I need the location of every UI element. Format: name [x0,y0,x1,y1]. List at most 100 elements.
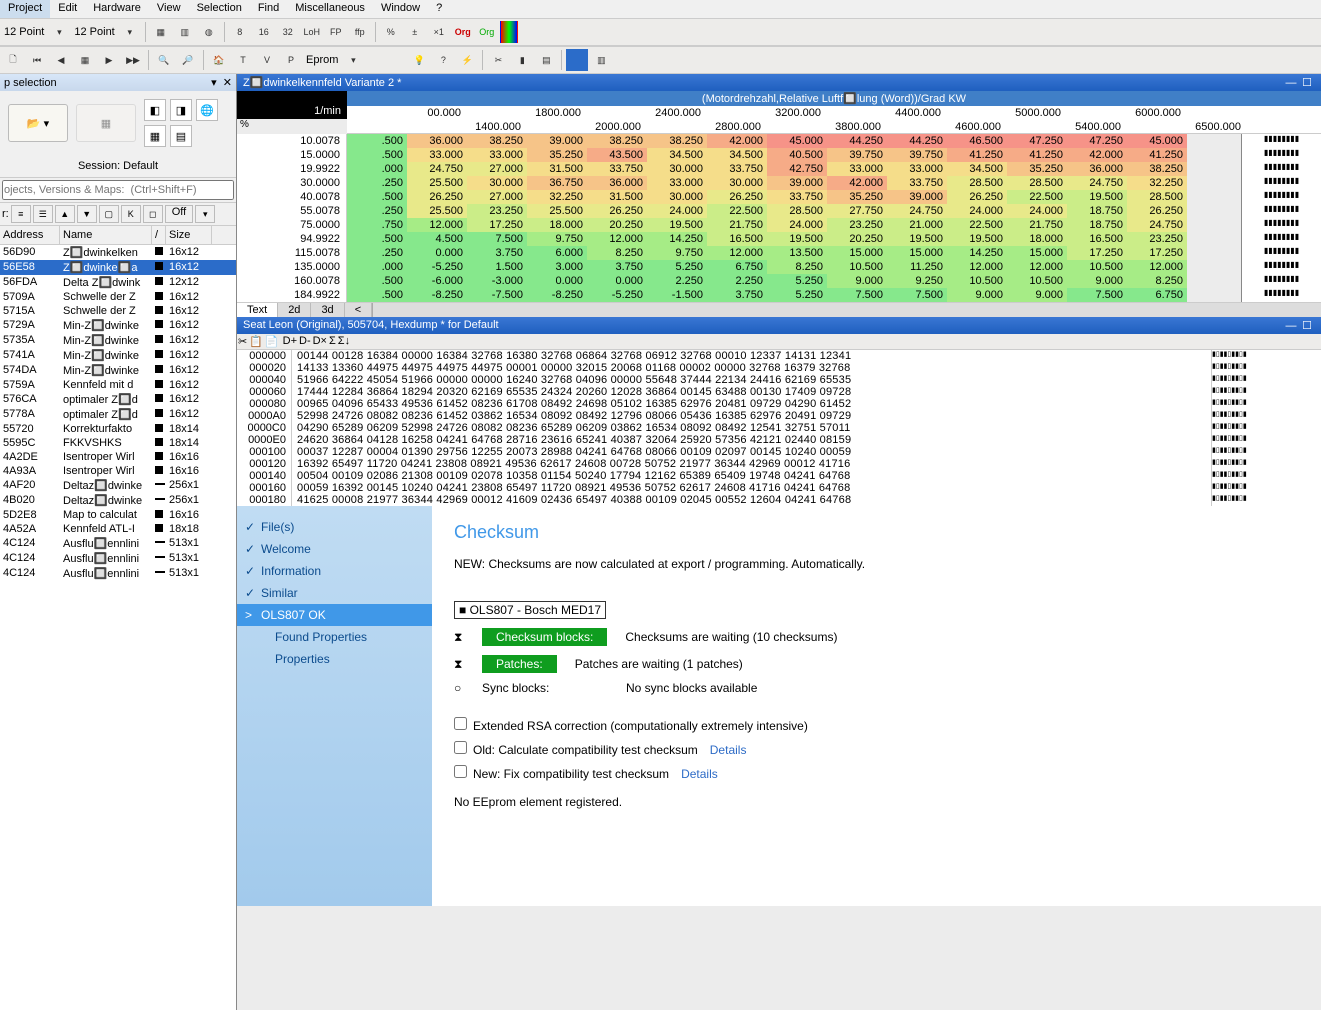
data-cell[interactable]: 24.750 [1067,176,1127,190]
fill-blue-icon[interactable] [566,49,588,71]
data-cell[interactable]: 45.000 [767,134,827,148]
filter-btn-2[interactable]: ☰ [33,205,53,223]
new-checkbox[interactable] [454,765,467,778]
data-cell[interactable]: 12.000 [1007,260,1067,274]
data-cell[interactable]: 23.250 [1127,232,1187,246]
data-cell[interactable]: 5.250 [767,274,827,288]
data-cell[interactable]: 9.250 [887,274,947,288]
col-size[interactable]: Size [166,226,212,244]
eprom-select[interactable]: Eprom [304,54,340,66]
list-item[interactable]: 5735AMin-Z🔲dwinke16x12 [0,333,236,348]
data-cell[interactable]: 14.250 [647,232,707,246]
data-cell[interactable]: 9.000 [1067,274,1127,288]
data-cell[interactable]: 7.500 [1067,288,1127,302]
loh-icon[interactable]: LoH [301,21,323,43]
data-cell[interactable]: 15.000 [827,246,887,260]
list-item[interactable]: 5759AKennfeld mit d16x12 [0,378,236,392]
menu-selection[interactable]: Selection [189,0,250,18]
hex-row[interactable]: 00006017444 12284 36864 18294 20320 6216… [237,386,1321,398]
data-cell[interactable]: 6.750 [707,260,767,274]
data-cell[interactable]: 9.750 [647,246,707,260]
chip-button[interactable]: ▦ [76,104,136,142]
data-cell[interactable]: .000 [347,162,407,176]
data-cell[interactable]: 30.000 [647,190,707,204]
maximize-icon[interactable]: ☐ [1299,319,1315,332]
hex-row[interactable]: 00004051966 64222 45054 51966 00000 0000… [237,374,1321,386]
data-cell[interactable]: 30.000 [707,176,767,190]
data-cell[interactable]: 32.250 [1127,176,1187,190]
data-cell[interactable]: 25.500 [407,204,467,218]
bolt-icon[interactable]: ⚡ [456,49,478,71]
data-cell[interactable]: 32.250 [527,190,587,204]
menu-hardware[interactable]: Hardware [85,0,149,18]
nav-item[interactable]: Information [237,560,432,582]
list-item[interactable]: 4C124Ausflu🔲ennlini513x1 [0,566,236,581]
data-cell[interactable]: .000 [347,260,407,274]
nav-item[interactable]: File(s) [237,516,432,538]
plusminus-icon[interactable]: ± [404,21,426,43]
data-cell[interactable]: 45.000 [1127,134,1187,148]
data-cell[interactable]: 17.250 [1067,246,1127,260]
data-cell[interactable]: .250 [347,176,407,190]
data-cell[interactable]: 10.500 [827,260,887,274]
list-item[interactable]: 56D90Z🔲dwinkelken16x12 [0,245,236,260]
list-item[interactable]: 4C124Ausflu🔲ennlini513x1 [0,551,236,566]
cut-icon[interactable]: ✂ [487,49,509,71]
search-icon[interactable]: 🔍 [153,49,175,71]
sigma-icon[interactable]: Σ [329,335,336,348]
list-item[interactable]: 574DAMin-Z🔲dwinke16x12 [0,363,236,378]
data-cell[interactable]: 31.500 [527,162,587,176]
menu-view[interactable]: View [149,0,189,18]
data-cell[interactable]: -8.250 [527,288,587,302]
data-cell[interactable]: 18.750 [1067,218,1127,232]
bulb-icon[interactable]: 💡 [408,49,430,71]
next-icon[interactable]: ▶ [98,49,120,71]
bars-icon[interactable]: ▤ [535,49,557,71]
data-cell[interactable]: 39.750 [887,148,947,162]
dplus-icon[interactable]: D+ [283,335,297,348]
data-cell[interactable]: 34.500 [947,162,1007,176]
small-btn-3[interactable]: 🌐 [196,99,218,121]
hex-row[interactable]: 00002014133 13360 44975 44975 44975 4497… [237,362,1321,374]
data-cell[interactable]: .500 [347,288,407,302]
col-address[interactable]: Address [0,226,60,244]
data-cell[interactable]: 15.000 [887,246,947,260]
tab-text[interactable]: Text [237,303,278,317]
data-cell[interactable]: 3.000 [527,260,587,274]
hex-window-title-bar[interactable]: Seat Leon (Original), 505704, Hexdump * … [237,317,1321,334]
list-item[interactable]: 4A93AIsentroper Wirl16x16 [0,464,236,478]
nav-item[interactable]: Welcome [237,538,432,560]
data-cell[interactable]: 10.500 [947,274,1007,288]
data-cell[interactable]: 36.000 [407,134,467,148]
data-cell[interactable]: 3.750 [467,246,527,260]
data-cell[interactable]: 23.250 [467,204,527,218]
x1-icon[interactable]: ×1 [428,21,450,43]
details-link-2[interactable]: Details [681,767,718,781]
num8-icon[interactable]: 8 [229,21,251,43]
data-cell[interactable]: 39.000 [767,176,827,190]
data-cell[interactable]: 30.000 [467,176,527,190]
data-cell[interactable]: 2.250 [707,274,767,288]
hex-row[interactable]: 00014000504 00109 02086 21308 00109 0207… [237,470,1321,482]
data-cell[interactable]: 42.000 [1067,148,1127,162]
menu-find[interactable]: Find [250,0,287,18]
sigma2-icon[interactable]: Σ↓ [338,335,350,348]
data-cell[interactable]: 0.000 [587,274,647,288]
menu-edit[interactable]: Edit [50,0,85,18]
data-cell[interactable]: 18.000 [527,218,587,232]
data-cell[interactable]: 24.000 [1007,204,1067,218]
data-cell[interactable]: 24.000 [647,204,707,218]
data-cell[interactable]: 3.750 [587,260,647,274]
data-cell[interactable]: 27.000 [467,162,527,176]
grid-view-icon[interactable]: ▦ [74,49,96,71]
t-icon[interactable]: T [232,49,254,71]
data-cell[interactable]: 35.250 [827,190,887,204]
hex-row[interactable]: 00016000059 16392 00145 10240 04241 2380… [237,482,1321,494]
filter-btn-3[interactable]: ▲ [55,205,75,223]
hex-row[interactable]: 0000E024620 36864 04128 16258 04241 6476… [237,434,1321,446]
minimize-icon[interactable]: — [1283,77,1299,89]
data-cell[interactable]: 33.000 [647,176,707,190]
data-cell[interactable]: 24.000 [767,218,827,232]
hex-row[interactable]: 00008000965 04096 65433 49536 61452 0823… [237,398,1321,410]
list-item[interactable]: 5778Aoptimaler Z🔲d16x12 [0,407,236,422]
